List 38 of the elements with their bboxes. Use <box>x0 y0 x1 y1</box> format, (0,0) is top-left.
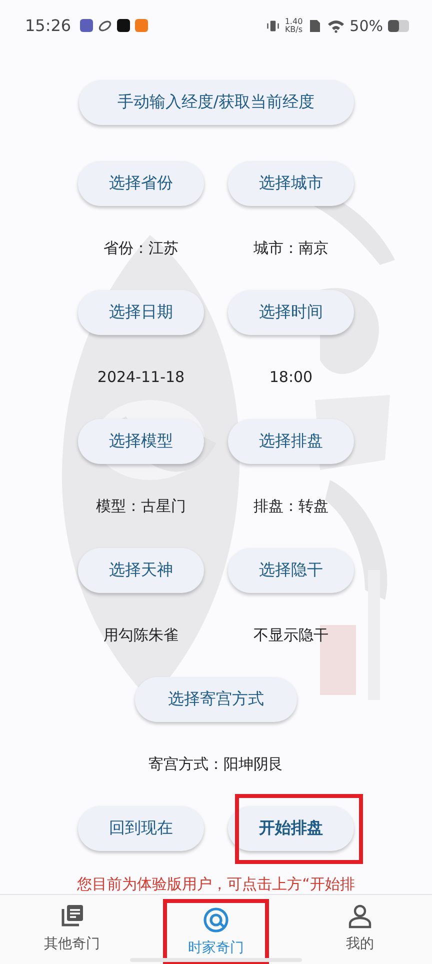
nav-tab[interactable]: 我的 <box>342 895 378 964</box>
select-button[interactable]: 选择隐干 <box>228 548 354 594</box>
select-button[interactable]: 选择省份 <box>78 161 204 206</box>
setting-value: 省份：江苏 <box>104 238 178 258</box>
battery-icon <box>388 20 410 32</box>
select-button[interactable]: 选择天神 <box>78 548 204 594</box>
wifi-icon <box>326 18 345 33</box>
status-time: 15:26 <box>25 16 72 36</box>
person-icon <box>347 903 373 930</box>
document-stack-icon <box>59 903 85 930</box>
select-button[interactable]: 选择模型 <box>78 419 204 464</box>
target-icon <box>203 907 229 934</box>
battery-level: 50% <box>350 16 383 35</box>
app-icon <box>80 19 94 32</box>
setting-value: 排盘：转盘 <box>254 496 328 516</box>
setting-value: 寄宫方式：阳坤阴艮 <box>148 754 284 776</box>
setting-value: 模型：古星门 <box>96 496 186 516</box>
select-button[interactable]: 选择日期 <box>78 290 204 336</box>
setting-value: 城市：南京 <box>254 238 328 258</box>
location-button[interactable]: 手动输入经度/获取当前经度 <box>78 80 354 126</box>
select-button[interactable]: 选择城市 <box>228 161 354 206</box>
net-speed: 1.40 <box>284 18 303 26</box>
setting-value: 用勾陈朱雀 <box>104 626 178 645</box>
setting-value: 不显示隐干 <box>254 626 328 645</box>
action-button[interactable]: 回到现在 <box>78 806 204 852</box>
vibrate-icon <box>266 18 280 33</box>
app-icon <box>117 19 130 32</box>
select-button[interactable]: 选择寄宫方式 <box>135 677 297 722</box>
app-icon <box>135 19 148 32</box>
nav-tab[interactable]: 其他奇门 <box>40 895 104 964</box>
action-button[interactable]: 开始排盘 <box>228 806 354 852</box>
net-unit: KB/s <box>284 26 303 34</box>
sim-icon <box>308 18 322 33</box>
select-button[interactable]: 选择时间 <box>228 290 354 336</box>
notice-text: 您目前为体验版用户，可点击上方“开始排 <box>77 875 355 894</box>
setting-value: 18:00 <box>269 368 313 386</box>
select-button[interactable]: 选择排盘 <box>228 419 354 464</box>
setting-value: 2024-11-18 <box>97 368 185 386</box>
